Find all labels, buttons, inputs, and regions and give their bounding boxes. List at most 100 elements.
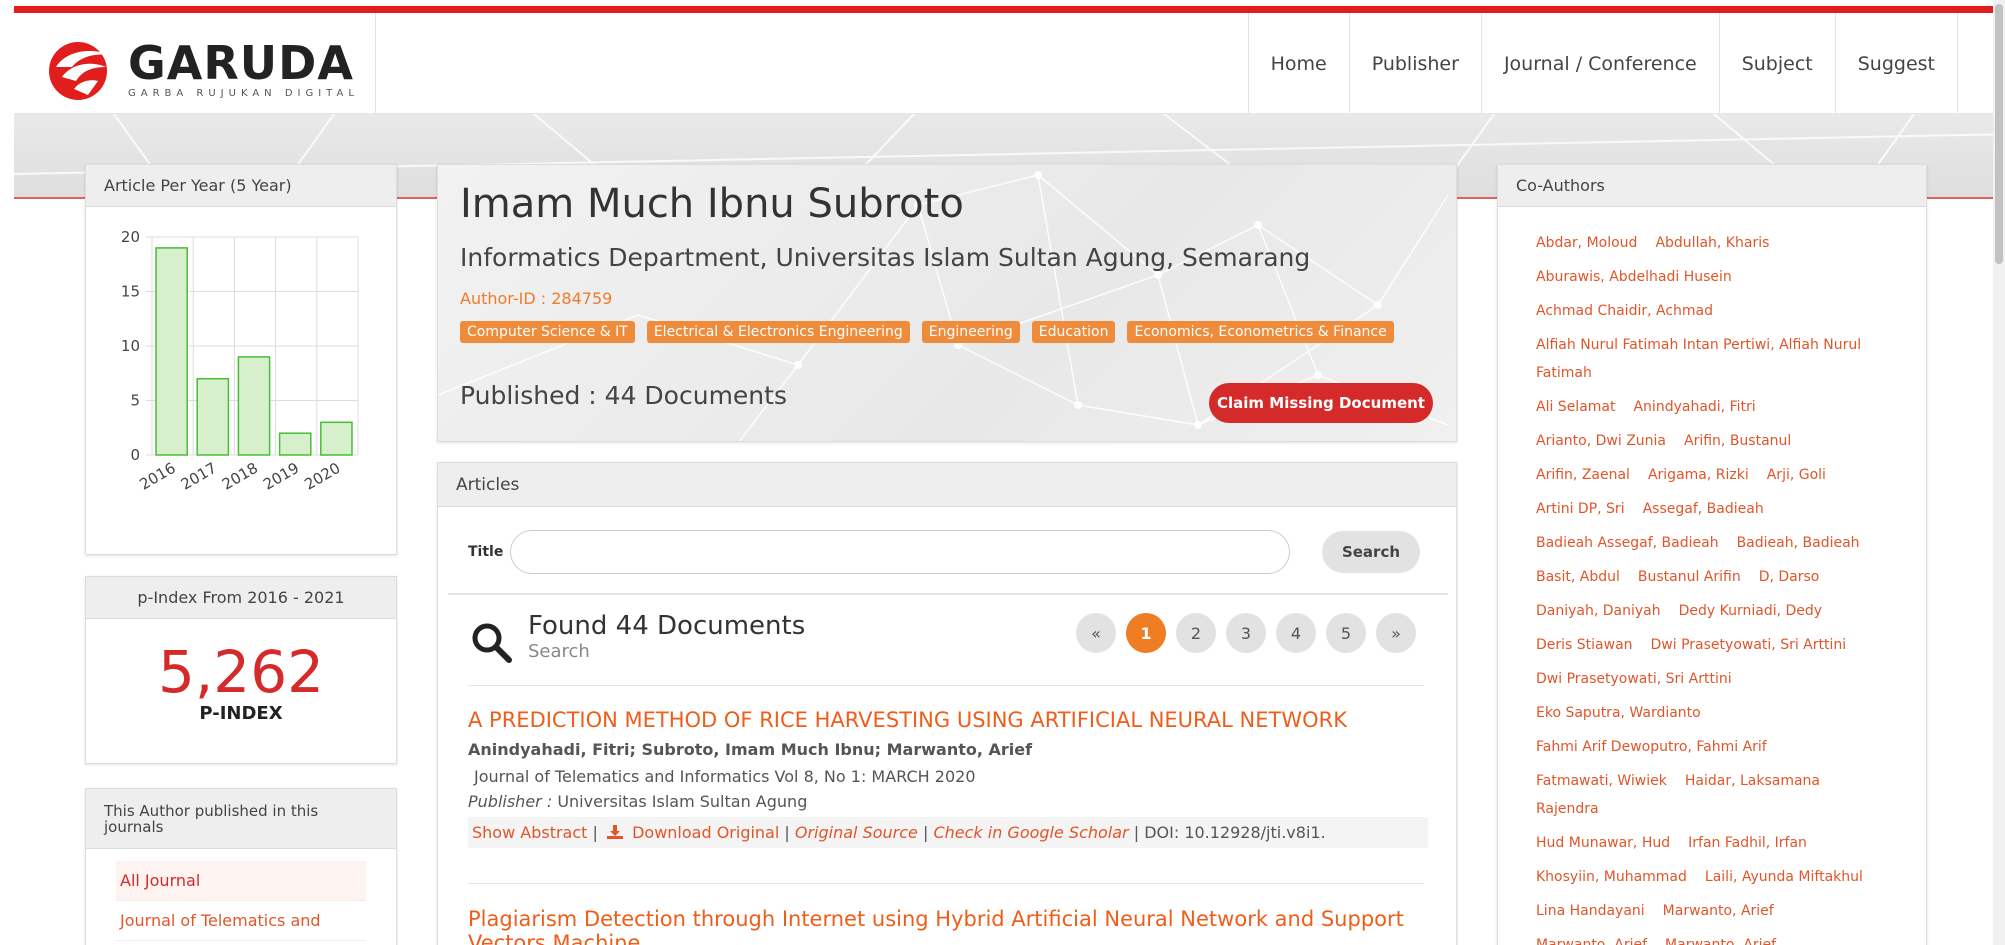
page-3[interactable]: 3: [1226, 613, 1266, 653]
journal-list: All Journal Journal of Telematics and: [86, 849, 396, 941]
bar: [155, 247, 188, 456]
article-doi: DOI: 10.12928/jti.v8i1.: [1144, 823, 1326, 842]
nav-publisher[interactable]: Publisher: [1348, 13, 1481, 114]
co-author-row: Aburawis, Abdelhadi Husein: [1536, 263, 1904, 291]
page-1[interactable]: 1: [1126, 613, 1166, 653]
co-author-row: Artini DP, Sri Assegaf, Badieah: [1536, 495, 1904, 523]
subject-tag[interactable]: Education: [1031, 321, 1116, 343]
logo-text: GARUDA: [128, 35, 354, 90]
co-author-link[interactable]: Daniyah, Daniyah: [1536, 603, 1661, 619]
co-author-link[interactable]: Deris Stiawan: [1536, 637, 1633, 653]
claim-missing-document-button[interactable]: Claim Missing Document: [1209, 383, 1433, 423]
co-author-link[interactable]: Dwi Prasetyowati, Sri Arttini: [1536, 671, 1732, 687]
x-tick-label: 2020: [301, 459, 343, 494]
co-author-row: Arifin, Zaenal Arigama, Rizki Arji, Goli: [1536, 461, 1904, 489]
download-original-link[interactable]: Download Original: [632, 823, 779, 842]
co-authors-list: Abdar, Moloud Abdullah, Kharis Aburawis, A…: [1498, 207, 1926, 945]
co-author-row: Hud Munawar, Hud Irfan Fadhil, Irfan: [1536, 829, 1904, 857]
subject-tag[interactable]: Engineering: [921, 321, 1020, 343]
title-search-input[interactable]: [510, 530, 1290, 574]
article-title[interactable]: Plagiarism Detection through Internet us…: [468, 907, 1428, 945]
subject-tag[interactable]: Computer Science & IT: [460, 321, 635, 343]
page-4[interactable]: 4: [1276, 613, 1316, 653]
co-author-row: Fahmi Arif Dewoputro, Fahmi Arif: [1536, 733, 1904, 761]
co-author-link[interactable]: Aburawis, Abdelhadi Husein: [1536, 269, 1732, 285]
co-author-link[interactable]: Marwanto, Arief: [1536, 937, 1647, 945]
co-author-link[interactable]: Assegaf, Badieah: [1643, 501, 1764, 517]
co-authors-title: Co-Authors: [1498, 165, 1926, 207]
bar: [320, 421, 353, 456]
nav-journal-conference[interactable]: Journal / Conference: [1480, 13, 1719, 114]
search-button[interactable]: Search: [1322, 531, 1420, 573]
google-scholar-link[interactable]: Check in Google Scholar: [933, 823, 1128, 842]
page-next[interactable]: »: [1376, 613, 1416, 653]
y-tick-label: 15: [121, 283, 140, 301]
co-author-link[interactable]: Fahmi Arif Dewoputro, Fahmi Arif: [1536, 739, 1767, 755]
co-author-link[interactable]: Achmad Chaidir, Achmad: [1536, 303, 1713, 319]
subject-tag[interactable]: Economics, Econometrics & Finance: [1127, 321, 1394, 343]
co-author-link[interactable]: Dwi Prasetyowati, Sri Arttini: [1651, 637, 1847, 653]
found-documents: Found 44 Documents Search: [468, 611, 805, 667]
nav-home[interactable]: Home: [1247, 13, 1349, 114]
co-author-link[interactable]: Eko Saputra, Wardianto: [1536, 705, 1701, 721]
show-abstract-link[interactable]: Show Abstract: [472, 823, 587, 842]
co-author-link[interactable]: Marwanto, Arief: [1665, 937, 1776, 945]
author-affiliation: Informatics Department, Universitas Isla…: [460, 243, 1311, 272]
co-author-link[interactable]: Dedy Kurniadi, Dedy: [1679, 603, 1822, 619]
journal-item[interactable]: Journal of Telematics and: [116, 901, 366, 941]
divider: [448, 593, 1448, 595]
article-item: Plagiarism Detection through Internet us…: [468, 907, 1428, 945]
p-index-panel: p-Index From 2016 - 2021 5,262 P-INDEX: [85, 576, 397, 764]
co-author-row: Daniyah, Daniyah Dedy Kurniadi, Dedy: [1536, 597, 1904, 625]
co-author-row: Khosyiin, Muhammad Laili, Ayunda Miftakhu…: [1536, 863, 1904, 891]
articles-panel-title: Articles: [438, 463, 1456, 507]
article-title[interactable]: A PREDICTION METHOD OF RICE HARVESTING U…: [468, 708, 1428, 732]
original-source-link[interactable]: Original Source: [795, 823, 918, 842]
divider: [468, 685, 1424, 686]
article-publisher: Publisher : Universitas Islam Sultan Agu…: [468, 792, 1428, 811]
co-author-link[interactable]: Abdullah, Kharis: [1655, 235, 1769, 251]
nav-subject[interactable]: Subject: [1718, 13, 1835, 114]
co-author-link[interactable]: Artini DP, Sri: [1536, 501, 1625, 517]
journals-panel-title: This Author published in this journals: [86, 789, 396, 849]
co-author-link[interactable]: Laili, Ayunda Miftakhul: [1705, 869, 1863, 885]
co-author-link[interactable]: Anindyahadi, Fitri: [1633, 399, 1755, 415]
co-author-link[interactable]: Fatmawati, Wiwiek: [1536, 773, 1667, 789]
nav-suggest[interactable]: Suggest: [1834, 13, 1958, 114]
co-author-link[interactable]: Ali Selamat: [1536, 399, 1615, 415]
co-author-link[interactable]: Badieah Assegaf, Badieah: [1536, 535, 1719, 551]
co-author-link[interactable]: Bustanul Arifin: [1638, 569, 1741, 585]
co-author-link[interactable]: Marwanto, Arief: [1663, 903, 1774, 919]
co-author-link[interactable]: Hud Munawar, Hud: [1536, 835, 1670, 851]
co-author-link[interactable]: Arianto, Dwi Zunia: [1536, 433, 1666, 449]
author-name: Imam Much Ibnu Subroto: [460, 181, 964, 227]
co-author-link[interactable]: Arifin, Bustanul: [1684, 433, 1791, 449]
scrollbar-thumb[interactable]: [1995, 4, 2003, 264]
garuda-logo[interactable]: GARUDA GARBA RUJUKAN DIGITAL: [44, 31, 384, 107]
co-author-link[interactable]: Basit, Abdul: [1536, 569, 1620, 585]
page-prev[interactable]: «: [1076, 613, 1116, 653]
subject-tag[interactable]: Electrical & Electronics Engineering: [646, 321, 910, 343]
co-author-link[interactable]: Badieah, Badieah: [1737, 535, 1860, 551]
co-author-link[interactable]: Khosyiin, Muhammad: [1536, 869, 1687, 885]
co-author-row: Badieah Assegaf, Badieah Badieah, Badieah: [1536, 529, 1904, 557]
page-5[interactable]: 5: [1326, 613, 1366, 653]
page-scrollbar[interactable]: [1993, 0, 2005, 945]
co-author-link[interactable]: Irfan Fadhil, Irfan: [1688, 835, 1807, 851]
garuda-bird-icon: [49, 42, 110, 100]
co-author-link[interactable]: D, Darso: [1759, 569, 1820, 585]
subject-tags: Computer Science & IT Electrical & Elect…: [460, 321, 1394, 343]
co-author-row: Eko Saputra, Wardianto: [1536, 699, 1904, 727]
co-author-link[interactable]: Arigama, Rizki: [1648, 467, 1749, 483]
title-search-label: Title: [468, 544, 504, 560]
co-author-link[interactable]: Alfiah Nurul Fatimah Intan Pertiwi, Alfi…: [1536, 337, 1861, 381]
co-author-link[interactable]: Abdar, Moloud: [1536, 235, 1637, 251]
published-count: Published : 44 Documents: [460, 381, 787, 410]
page-2[interactable]: 2: [1176, 613, 1216, 653]
title-search-row: Title Search: [468, 529, 1428, 575]
co-author-row: Alfiah Nurul Fatimah Intan Pertiwi, Alfi…: [1536, 331, 1904, 387]
journal-item-all[interactable]: All Journal: [116, 861, 366, 901]
co-author-link[interactable]: Arifin, Zaenal: [1536, 467, 1630, 483]
co-author-link[interactable]: Lina Handayani: [1536, 903, 1645, 919]
co-author-link[interactable]: Arji, Goli: [1767, 467, 1826, 483]
